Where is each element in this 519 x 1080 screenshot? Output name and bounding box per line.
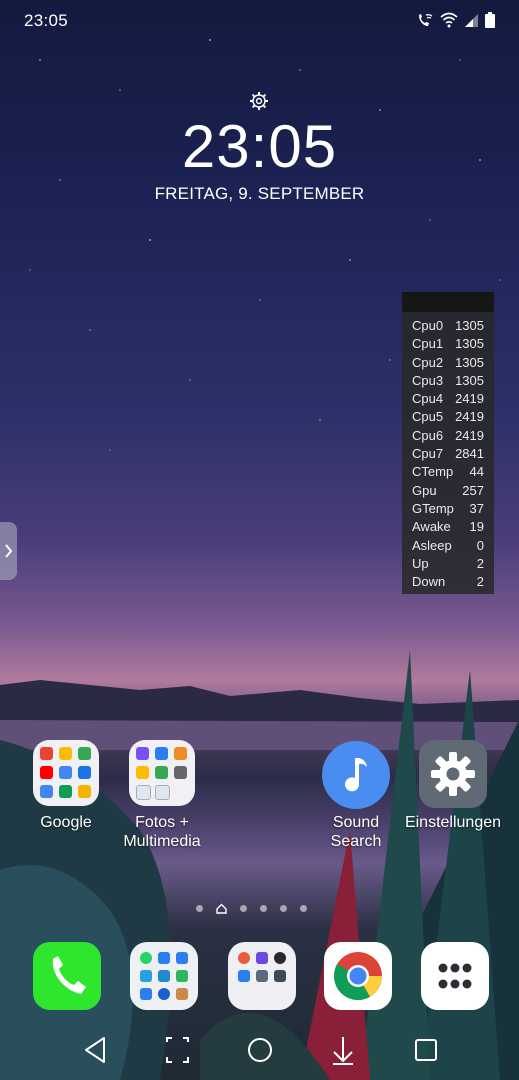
cpu-stat-row: Asleep 0 xyxy=(402,537,494,555)
wifi-icon xyxy=(440,12,458,28)
page-dot xyxy=(300,905,307,912)
cpu-stat-row: GTemp 37 xyxy=(402,500,494,518)
status-icons xyxy=(416,12,495,28)
google-folder[interactable]: Google xyxy=(16,740,116,832)
fotos-multimedia-label: Fotos + Multimedia xyxy=(123,814,201,850)
cpu-stat-label: Cpu1 xyxy=(412,336,444,352)
cpu-monitor-widget[interactable]: Cpu0 1305 Cpu1 1305 Cpu2 1305 Cpu3 1305 Cpu4 2419… xyxy=(402,292,494,594)
cpu-stat-value: 2419 xyxy=(455,391,484,407)
einstellungen-label: Einstellungen xyxy=(404,814,502,831)
screenshot-button[interactable] xyxy=(166,1037,189,1063)
chrome-icon xyxy=(333,952,382,1001)
page-dot xyxy=(260,905,267,912)
cpu-stat-row: CTemp 44 xyxy=(402,463,494,481)
cpu-stat-value: 2 xyxy=(476,555,484,571)
cpu-stat-label: Cpu7 xyxy=(412,446,444,462)
status-time: 23:05 xyxy=(24,11,69,30)
page-dot xyxy=(280,905,287,912)
cpu-stat-value: 37 xyxy=(469,500,484,516)
sound-search-app[interactable]: Sound Search xyxy=(306,740,406,851)
cpu-stat-label: Cpu0 xyxy=(412,318,444,333)
cpu-stat-value: 1305 xyxy=(455,336,484,352)
cpu-widget-header xyxy=(402,292,494,312)
cpu-stat-label: Down xyxy=(412,574,446,590)
sound-search-label: Sound Search xyxy=(330,814,382,850)
status-bar: 23:05 xyxy=(0,0,519,44)
cpu-stat-value: 1305 xyxy=(455,354,484,370)
cpu-stat-value: 2419 xyxy=(455,427,484,443)
fotos-multimedia-folder-icon xyxy=(129,740,195,806)
cpu-stat-row: Up 2 xyxy=(402,555,494,573)
cpu-stat-row: Awake 19 xyxy=(402,518,494,536)
cpu-stat-value: 2841 xyxy=(455,446,484,462)
einstellungen-app[interactable]: Einstellungen xyxy=(403,740,503,832)
cpu-stat-value: 1305 xyxy=(455,372,484,388)
cpu-stat-row: Down 2 xyxy=(402,573,494,591)
cpu-stat-value: 2 xyxy=(476,574,484,590)
messaging-folder-icon xyxy=(140,952,188,1000)
cpu-stat-row: Cpu2 1305 xyxy=(402,354,494,372)
page-dot xyxy=(240,905,247,912)
notification-pull-button[interactable] xyxy=(333,1037,353,1065)
cpu-widget-rows: Cpu0 1305 Cpu1 1305 Cpu2 1305 Cpu3 1305 Cpu4 2419… xyxy=(402,312,494,591)
recents-button[interactable] xyxy=(415,1039,437,1061)
cpu-stat-label: Gpu xyxy=(412,482,437,498)
phone-app[interactable] xyxy=(33,942,101,1010)
app-drawer[interactable] xyxy=(421,942,489,1010)
battery-icon xyxy=(485,12,495,28)
lockscreen-settings-icon[interactable] xyxy=(249,91,269,111)
cpu-stat-row: Cpu6 2419 xyxy=(402,427,494,445)
cpu-stat-label: Asleep xyxy=(412,537,452,553)
cpu-stat-label: Cpu6 xyxy=(412,427,444,443)
cpu-stat-row: Cpu7 2841 xyxy=(402,445,494,463)
cpu-stat-label: Cpu3 xyxy=(412,372,444,388)
back-icon xyxy=(85,1037,105,1063)
fotos-multimedia-folder[interactable]: Fotos + Multimedia xyxy=(112,740,212,851)
cpu-stat-value: 257 xyxy=(462,482,484,498)
messaging-folder[interactable] xyxy=(130,942,198,1010)
cpu-stat-label: Awake xyxy=(412,519,451,535)
cpu-stat-value: 2419 xyxy=(455,409,484,425)
pull-down-icon xyxy=(333,1037,353,1065)
cpu-stat-row: Cpu3 1305 xyxy=(402,372,494,390)
cpu-stat-row: Cpu4 2419 xyxy=(402,390,494,408)
tools-folder[interactable] xyxy=(228,942,296,1010)
page-dot xyxy=(196,905,203,912)
screenshot-icon xyxy=(166,1037,189,1063)
chevron-right-icon xyxy=(5,544,13,558)
page-indicator[interactable] xyxy=(196,903,307,914)
cpu-stat-row: Cpu1 1305 xyxy=(402,335,494,353)
google-folder-label: Google xyxy=(40,814,92,831)
home-page-indicator-icon xyxy=(216,903,227,914)
cpu-stat-value: 19 xyxy=(469,519,484,535)
side-panel-handle[interactable] xyxy=(0,522,17,580)
cpu-stat-label: GTemp xyxy=(412,500,454,516)
wifi-calling-icon xyxy=(419,14,433,26)
signal-icon xyxy=(465,13,478,27)
cpu-stat-row: Cpu0 1305 xyxy=(402,317,494,335)
cpu-stat-label: Up xyxy=(412,555,429,571)
back-button[interactable] xyxy=(85,1037,105,1063)
sound-search-icon xyxy=(322,741,390,809)
cpu-stat-value: 0 xyxy=(476,537,484,553)
clock[interactable]: 23:05 xyxy=(0,112,519,181)
date: FREITAG, 9. SEPTEMBER xyxy=(154,184,365,203)
cpu-stat-label: CTemp xyxy=(412,464,454,480)
cpu-stat-label: Cpu2 xyxy=(412,354,444,370)
cpu-stat-label: Cpu5 xyxy=(412,409,444,425)
settings-gear-icon xyxy=(419,740,487,808)
cpu-stat-label: Cpu4 xyxy=(412,391,444,407)
chrome-app[interactable] xyxy=(324,942,392,1010)
tools-folder-icon xyxy=(238,952,286,982)
cpu-stat-row: Gpu 257 xyxy=(402,482,494,500)
cpu-stat-row: Cpu5 2419 xyxy=(402,408,494,426)
phone-icon xyxy=(52,956,86,994)
home-button[interactable] xyxy=(248,1038,272,1062)
cpu-stat-value: 44 xyxy=(469,464,484,480)
navigation-bar xyxy=(85,1037,437,1065)
app-drawer-icon xyxy=(438,963,472,989)
cpu-stat-value: 1305 xyxy=(455,318,484,333)
google-folder-icon xyxy=(33,740,99,806)
